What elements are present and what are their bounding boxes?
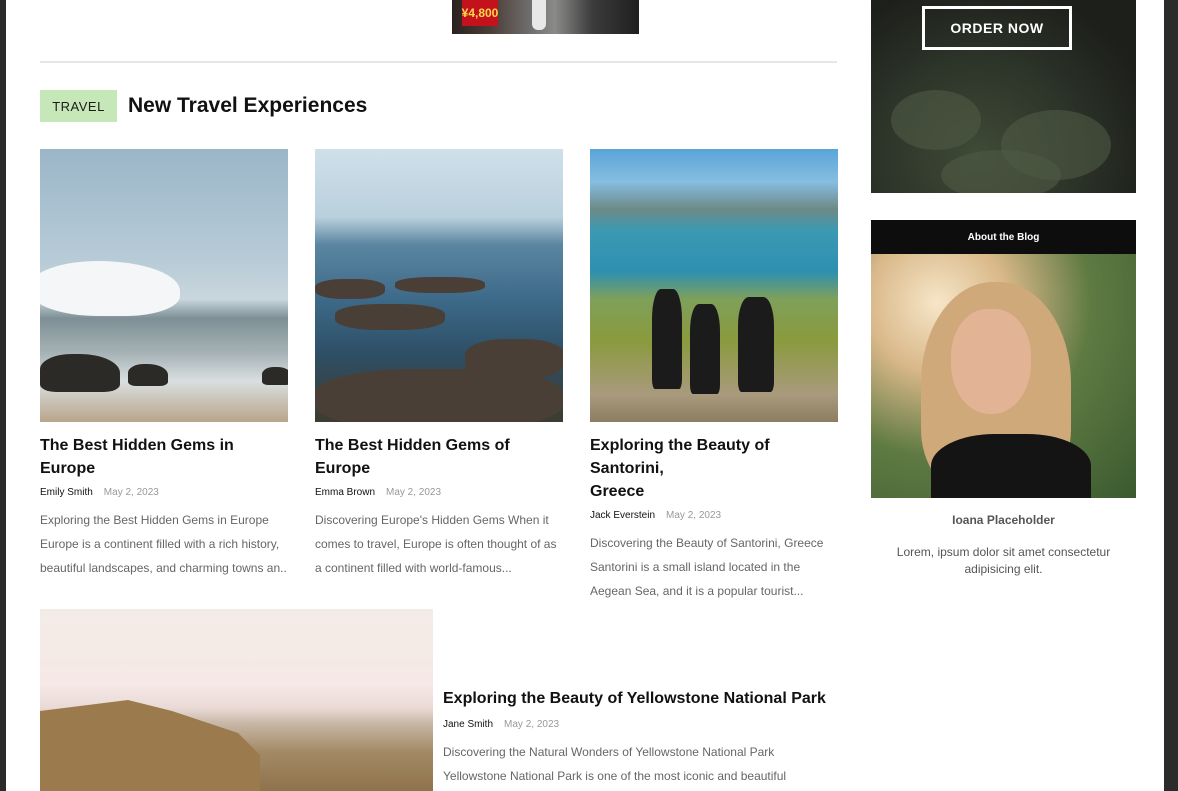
post-date: May 2, 2023 — [666, 510, 722, 521]
post-excerpt: Exploring the Best Hidden Gems in Europe… — [40, 513, 288, 575]
post-author[interactable]: Jack Everstein — [590, 510, 655, 521]
image-cliff — [40, 700, 260, 791]
image-person — [690, 304, 720, 394]
image-rock — [40, 354, 120, 392]
about-heading: About the Blog — [871, 220, 1136, 254]
post-title[interactable]: Exploring the Beauty of Santorini, Greece — [590, 434, 838, 503]
window-edge — [1164, 0, 1178, 791]
category-badge[interactable]: TRAVEL — [40, 90, 117, 122]
photo-shirt — [931, 434, 1091, 498]
section-divider — [40, 61, 837, 63]
post-author[interactable]: Emily Smith — [40, 487, 93, 498]
post-author[interactable]: Jane Smith — [443, 719, 493, 730]
photo-face — [951, 309, 1031, 414]
post-card: The Best Hidden Gems of Europe Emma Brow… — [315, 149, 563, 580]
post-title[interactable]: The Best Hidden Gems in Europe — [40, 434, 288, 480]
image-figure — [532, 0, 546, 30]
section-title: New Travel Experiences — [128, 94, 368, 117]
image-foliage — [941, 150, 1061, 193]
post-date: May 2, 2023 — [386, 487, 442, 498]
image-cloud — [40, 261, 180, 316]
image-person — [652, 289, 682, 389]
image-rock — [395, 277, 485, 293]
image-person — [738, 297, 774, 392]
image-rock — [128, 364, 168, 386]
post-meta: Jane Smith May 2, 2023 — [443, 719, 843, 730]
featured-post-image[interactable] — [40, 609, 433, 791]
image-foliage — [891, 90, 981, 150]
featured-post: Exploring the Beauty of Yellowstone Nati… — [443, 688, 843, 788]
price-sign: ¥4,800 — [462, 0, 498, 26]
author-bio: Lorem, ipsum dolor sit amet consectetur … — [896, 545, 1111, 576]
featured-post-title[interactable]: Exploring the Beauty of Yellowstone Nati… — [443, 688, 843, 710]
author-photo — [871, 254, 1136, 498]
order-now-button[interactable]: ORDER NOW — [922, 6, 1072, 50]
post-meta: Emily Smith May 2, 2023 — [40, 487, 288, 498]
top-post-image[interactable]: ¥4,800 — [452, 0, 639, 34]
post-excerpt: Discovering the Beauty of Santorini, Gre… — [590, 536, 824, 598]
post-excerpt: Discovering Europe's Hidden Gems When it… — [315, 513, 557, 575]
post-date: May 2, 2023 — [504, 719, 560, 730]
post-card: Exploring the Beauty of Santorini, Greece… — [590, 149, 838, 603]
author-name: Ioana Placeholder — [952, 513, 1055, 527]
post-image[interactable] — [315, 149, 563, 422]
post-meta: Jack Everstein May 2, 2023 — [590, 510, 838, 521]
post-title[interactable]: The Best Hidden Gems of Europe — [315, 434, 563, 480]
post-author[interactable]: Emma Brown — [315, 487, 375, 498]
post-image[interactable] — [590, 149, 838, 422]
image-rock — [335, 304, 445, 330]
post-date: May 2, 2023 — [103, 487, 159, 498]
post-meta: Emma Brown May 2, 2023 — [315, 487, 563, 498]
image-rock — [315, 279, 385, 299]
post-image[interactable] — [40, 149, 288, 422]
image-rock — [315, 369, 563, 422]
image-rock — [262, 367, 288, 385]
post-card: The Best Hidden Gems in Europe Emily Smi… — [40, 149, 288, 580]
post-excerpt: Discovering the Natural Wonders of Yello… — [443, 745, 787, 783]
page: ¥4,800 TRAVEL New Travel Experiences The… — [6, 0, 1170, 791]
